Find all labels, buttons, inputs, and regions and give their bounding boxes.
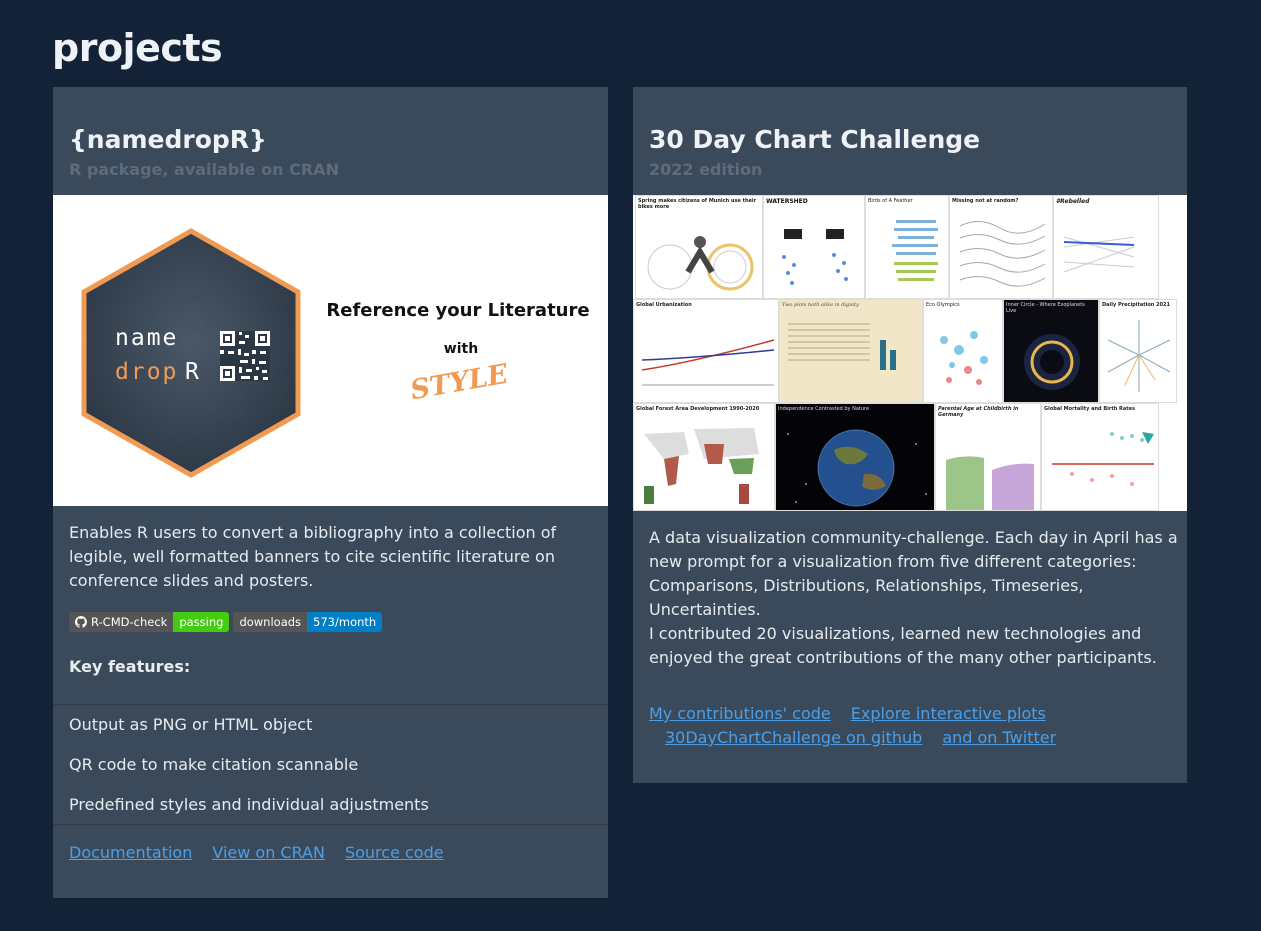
chart-collage-image: Spring makes citizens of Munich use thei…	[633, 195, 1187, 511]
github-icon	[75, 616, 87, 628]
downloads-badge[interactable]: downloads 573/month	[233, 612, 383, 632]
feature-item: QR code to make citation scannable	[69, 755, 359, 774]
thumbnail-forest: Global Forest Area Development 1990-2020	[633, 403, 775, 511]
thumbnail-missing: Missing not at random?	[949, 195, 1053, 299]
my-contributions-code-link[interactable]: My contributions' code	[649, 704, 831, 723]
thumbnail-eco-olympics: Eco Olympics	[923, 299, 1003, 403]
svg-text:name: name	[115, 325, 178, 351]
feature-item: Output as PNG or HTML object	[69, 715, 313, 734]
badge-label: R-CMD-check	[91, 615, 168, 629]
badge-label: downloads	[233, 612, 308, 632]
page-title: projects	[52, 26, 223, 70]
r-cmd-check-badge[interactable]: R-CMD-check passing	[69, 612, 230, 632]
project-description: I contributed 20 visualizations, learned…	[649, 624, 1157, 667]
thumbnail-bike: Spring makes citizens of Munich use thei…	[635, 195, 763, 299]
thumbnail-birds: Birds of A Feather	[865, 195, 949, 299]
svg-text:Reference your Literature: Reference your Literature	[326, 300, 589, 321]
thumbnail-parental-age: Parental Age at Childbirth in Germany	[935, 403, 1041, 511]
badge-value: passing	[173, 612, 230, 632]
card-subtitle: R package, available on CRAN	[69, 160, 339, 179]
svg-text:drop: drop	[115, 359, 178, 385]
thumbnail-exoplanets: Inner Circle - Where Exoplanets Live	[1003, 299, 1099, 403]
card-subtitle: 2022 edition	[649, 160, 763, 179]
project-description: Enables R users to convert a bibliograph…	[69, 523, 557, 590]
documentation-link[interactable]: Documentation	[69, 843, 192, 862]
project-description: A data visualization community-challenge…	[649, 528, 1178, 619]
badges-row: R-CMD-check passing downloads 573/month	[69, 612, 383, 632]
twitter-link[interactable]: and on Twitter	[942, 728, 1056, 747]
divider	[53, 704, 608, 705]
divider	[53, 824, 608, 825]
source-code-link[interactable]: Source code	[345, 843, 444, 862]
thumbnail-two-plots: Two plots both alike in dignity	[779, 299, 923, 403]
svg-text:with: with	[444, 341, 478, 357]
svg-text:STYLE: STYLE	[408, 359, 511, 407]
card-title: 30 Day Chart Challenge	[649, 125, 981, 154]
thumbnail-rebelled: #Rebelled	[1053, 195, 1159, 299]
thumbnail-watershed: WATERSHED	[763, 195, 865, 299]
svg-text:R: R	[185, 359, 199, 385]
card-links: Documentation View on CRAN Source code	[69, 843, 444, 862]
project-card-30daychart: 30 Day Chart Challenge 2022 edition Spri…	[633, 87, 1187, 783]
thumbnail-mortality: Global Mortality and Birth Rates	[1041, 403, 1159, 511]
view-on-cran-link[interactable]: View on CRAN	[212, 843, 325, 862]
key-features-heading: Key features:	[69, 657, 191, 676]
thumbnail-precipitation: Daily Precipitation 2021	[1099, 299, 1177, 403]
feature-item: Predefined styles and individual adjustm…	[69, 795, 429, 814]
bike-icon	[647, 236, 754, 291]
qr-code-icon	[220, 331, 270, 381]
github-icon-label: R-CMD-check	[69, 612, 174, 632]
card-title: {namedropR}	[69, 125, 267, 154]
project-card-namedropr: {namedropR} R package, available on CRAN…	[53, 87, 608, 898]
explore-interactive-plots-link[interactable]: Explore interactive plots	[851, 704, 1046, 723]
namedropr-hex-logo: name drop R Reference your Literature wi…	[81, 228, 590, 478]
badge-value: 573/month	[307, 612, 383, 632]
github-repo-link[interactable]: 30DayChartChallenge on github	[665, 728, 922, 747]
thumbnail-urbanization: Global Urbanization	[633, 299, 779, 403]
namedropr-banner-image: name drop R Reference your Literature wi…	[53, 195, 608, 506]
card-links: My contributions' code Explore interacti…	[649, 704, 1046, 723]
card-links: 30DayChartChallenge on github and on Twi…	[665, 728, 1056, 747]
thumbnail-independence: Independence Contrasted by Nature	[775, 403, 935, 511]
